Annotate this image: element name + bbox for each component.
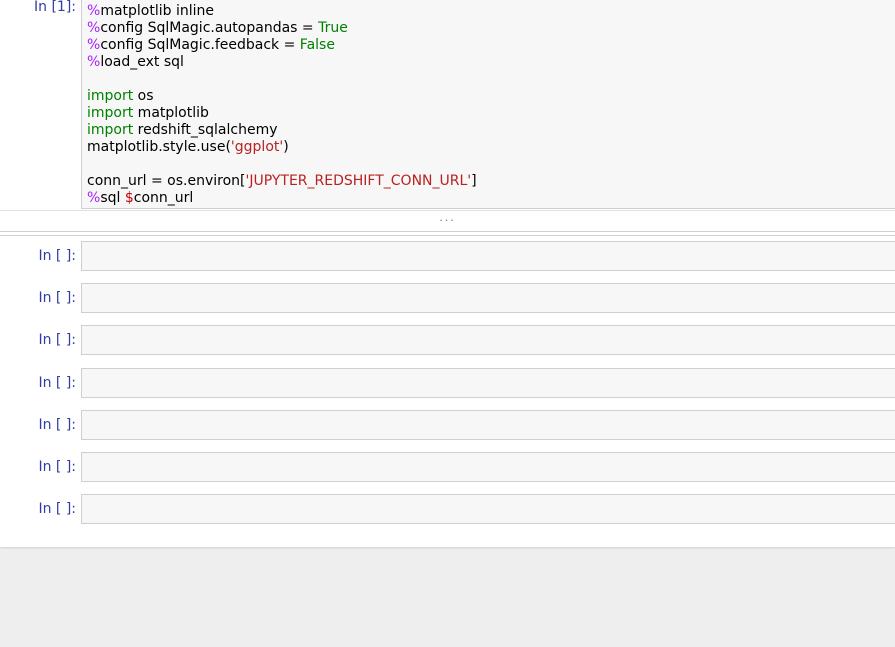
code-token: config SqlMagic.autopandas = <box>100 20 319 36</box>
code-line: %config SqlMagic.autopandas = True <box>87 20 895 37</box>
empty-cell-prompt: In [ ]: <box>38 332 76 348</box>
empty-code-cell-input[interactable] <box>81 241 895 271</box>
code-token: matplotlib.style.use( <box>87 139 231 155</box>
code-token: import <box>87 122 134 138</box>
code-token: redshift_sqlalchemy <box>133 122 278 138</box>
code-token: import <box>87 88 134 104</box>
empty-code-cell-input[interactable] <box>81 410 895 440</box>
code-token: 'ggplot' <box>230 139 284 155</box>
code-token: False <box>299 37 335 53</box>
code-token: conn_url = os.environ[ <box>87 173 246 189</box>
code-token: $ <box>124 190 134 206</box>
empty-cell-prompt: In [ ]: <box>38 248 76 264</box>
empty-cell-prompt: In [ ]: <box>38 375 76 391</box>
empty-code-cell-input[interactable] <box>81 368 895 398</box>
code-token: conn_url <box>133 190 194 206</box>
empty-cell-prompt: In [ ]: <box>38 459 76 475</box>
code-line: import matplotlib <box>87 105 895 122</box>
code-token: 'JUPYTER_REDSHIFT_CONN_URL' <box>245 173 472 189</box>
code-token: % <box>87 190 101 206</box>
code-token: config SqlMagic.feedback = <box>100 37 300 53</box>
code-line: %config SqlMagic.feedback = False <box>87 37 895 54</box>
code-token: matplotlib <box>133 105 209 121</box>
code-cell-input[interactable]: %matplotlib inline %config SqlMagic.autop… <box>81 0 895 209</box>
code-line: %sql $conn_url <box>87 190 895 207</box>
empty-code-cell-input[interactable] <box>81 283 895 313</box>
code-token: load_ext sql <box>100 54 184 70</box>
cell-1-prompt: In [1]: <box>34 0 76 15</box>
empty-code-cell-input[interactable] <box>81 452 895 482</box>
collapsed-output-toggle[interactable]: ... <box>0 210 895 232</box>
code-token: % <box>87 37 101 53</box>
code-line: import redshift_sqlalchemy <box>87 122 895 139</box>
code-token: % <box>87 3 101 19</box>
code-token: True <box>318 20 348 36</box>
code-token: import <box>87 105 134 121</box>
code-line: %matplotlib inline <box>87 3 895 20</box>
code-token: os <box>133 88 154 104</box>
notebook-container: In [1]: %matplotlib inline %config SqlMag… <box>0 0 895 547</box>
empty-cell-prompt: In [ ]: <box>38 501 76 517</box>
empty-code-cell-input[interactable] <box>81 325 895 355</box>
empty-cell-prompt: In [ ]: <box>38 417 76 433</box>
empty-code-cell-input[interactable] <box>81 494 895 524</box>
code-line: %load_ext sql <box>87 54 895 71</box>
code-line: matplotlib.style.use('ggplot') <box>87 139 895 156</box>
code-token: % <box>87 54 101 70</box>
code-token: % <box>87 20 101 36</box>
code-line: conn_url = os.environ['JUPYTER_REDSHIFT_… <box>87 173 895 190</box>
code-token: ) <box>283 139 289 155</box>
code-token: matplotlib inline <box>100 3 214 19</box>
code-token: sql <box>100 190 125 206</box>
empty-cell-prompt: In [ ]: <box>38 290 76 306</box>
cell-separator <box>0 235 895 236</box>
code-token: ] <box>471 173 477 189</box>
code-line: import os <box>87 88 895 105</box>
